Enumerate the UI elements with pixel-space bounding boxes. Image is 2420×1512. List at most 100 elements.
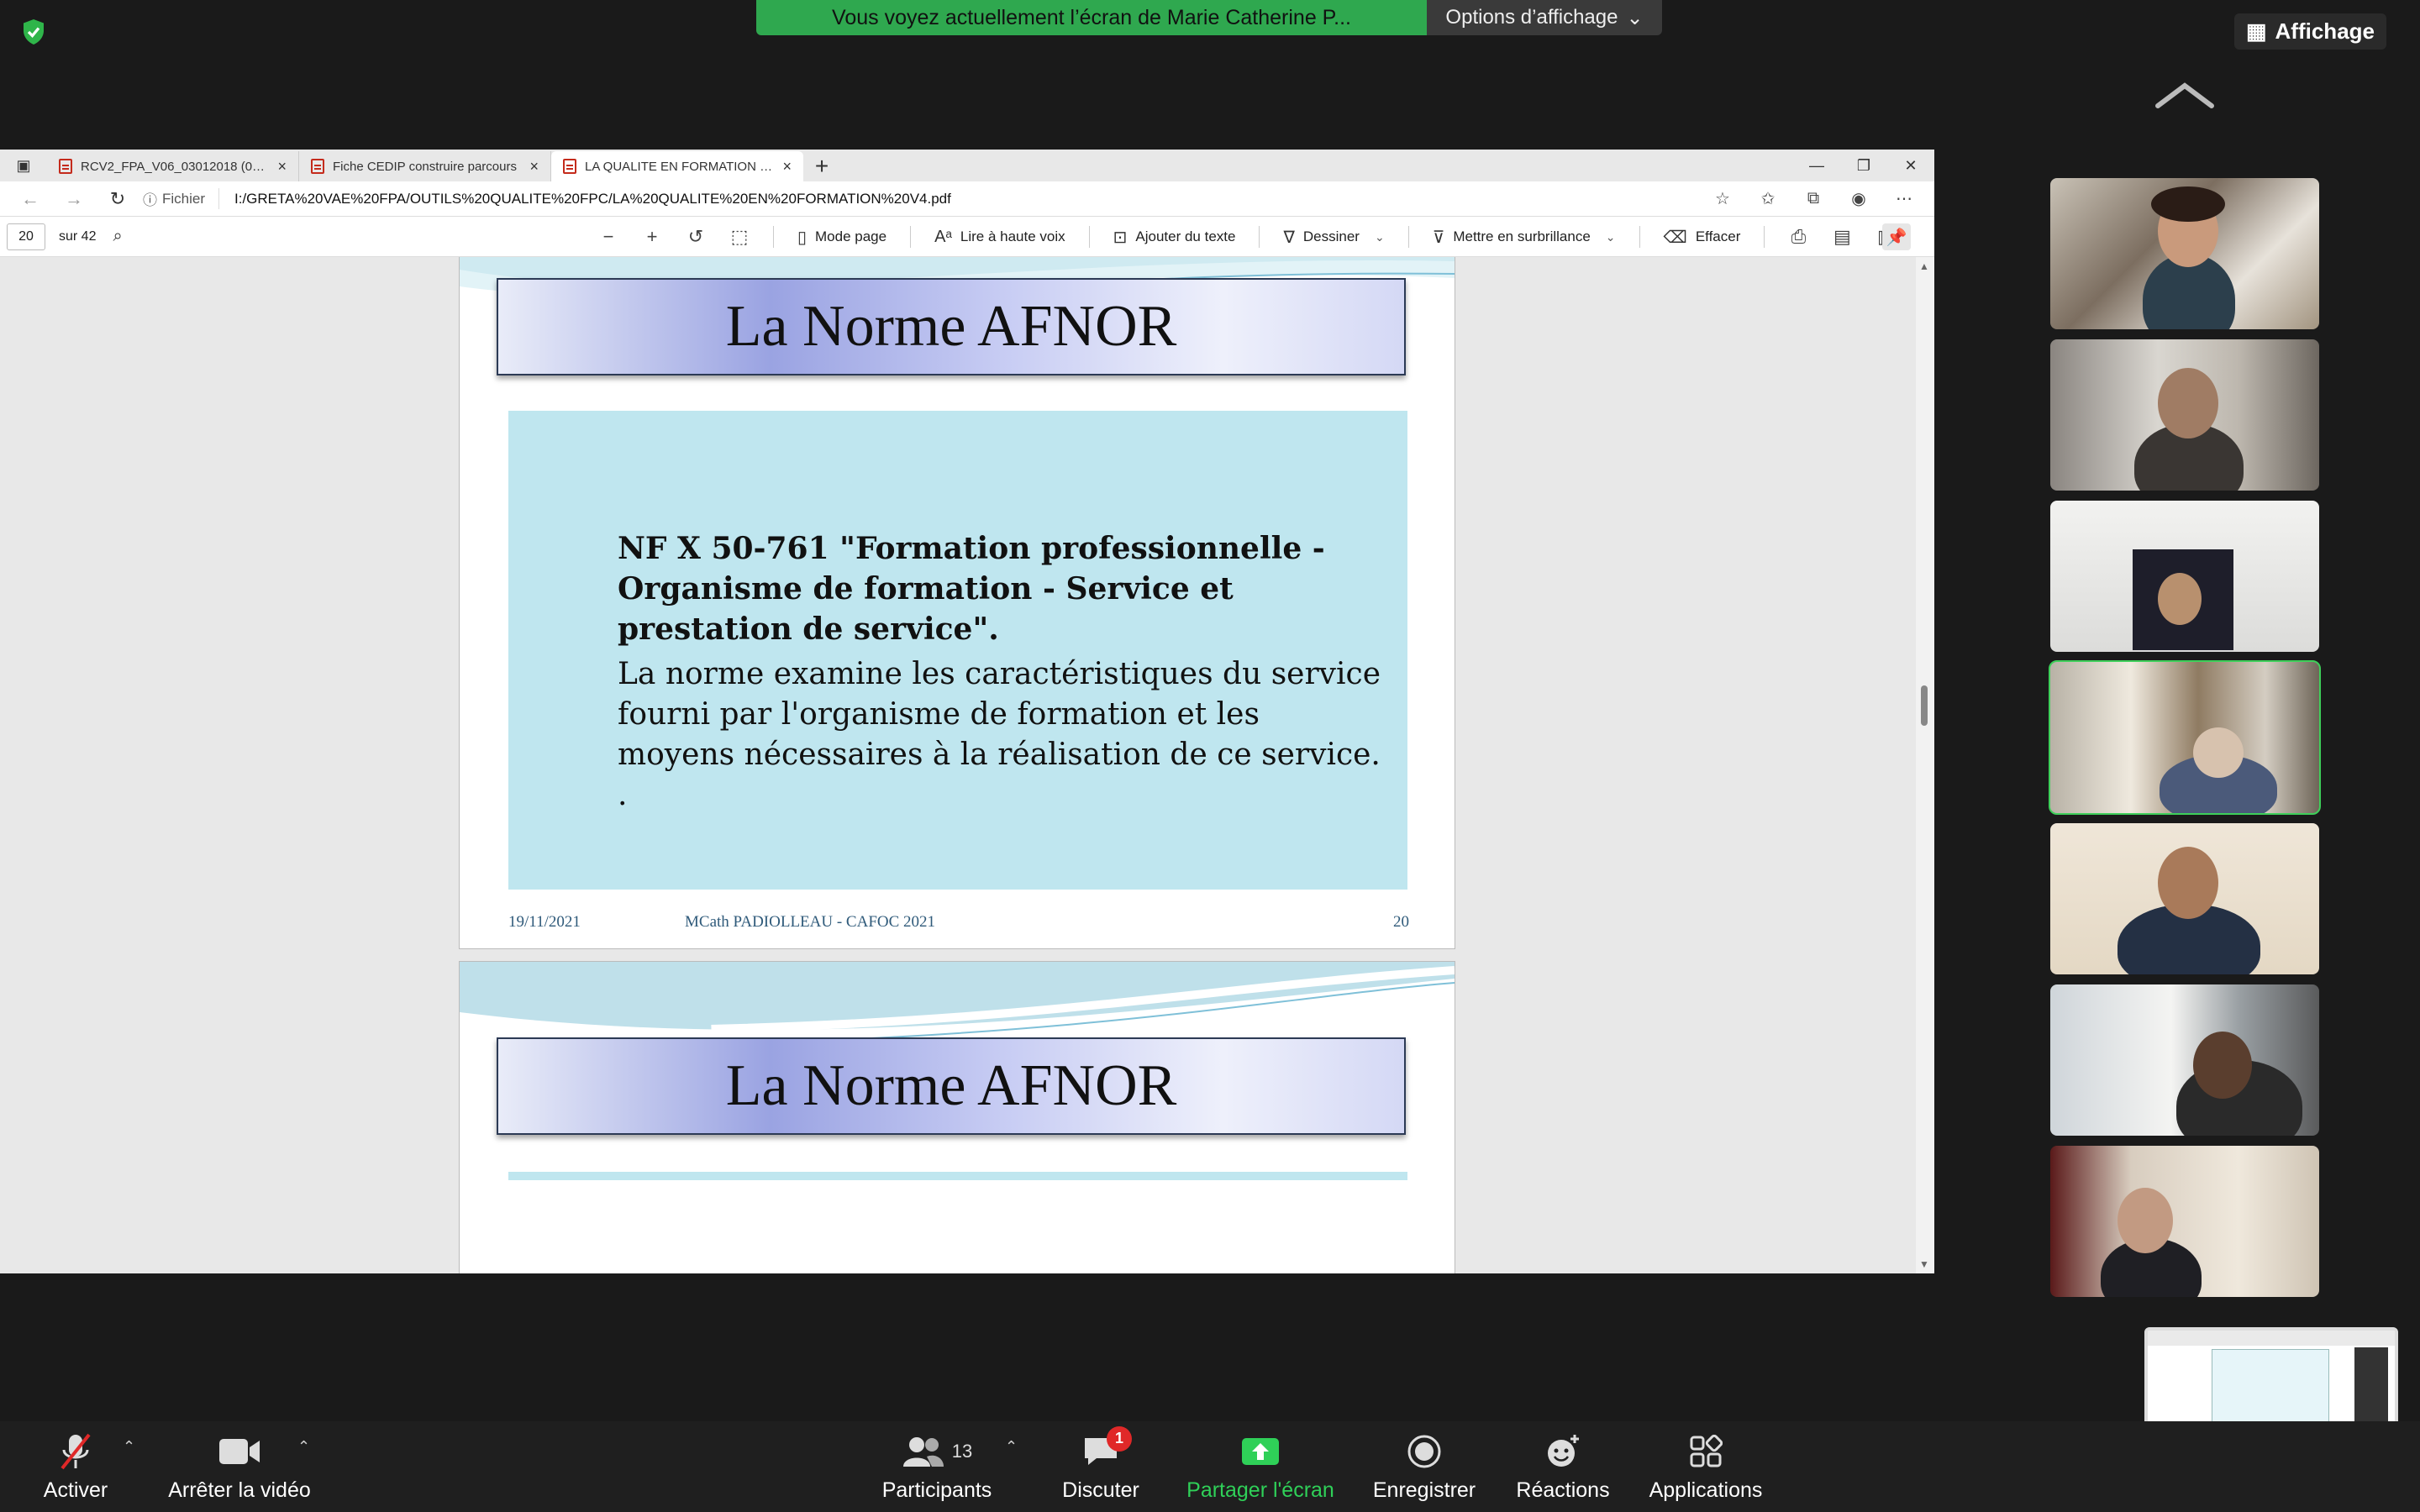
minimize-icon[interactable]: — [1793,150,1840,181]
forward-icon[interactable]: → [55,184,92,214]
share-screen-icon [1242,1437,1279,1465]
pdf-toolbar: 20 sur 42 ⌕ − + ↺ ⬚ ▯ Mode page A͏ᵃ Lire… [0,217,1934,257]
draw-label: Dessiner [1302,228,1360,244]
reactions-button[interactable]: Réactions [1504,1421,1622,1512]
unmute-label: Activer [43,1478,108,1502]
window-controls: — ❐ ✕ [1793,150,1934,181]
scrollbar-thumb[interactable] [1921,685,1928,726]
slide-title-box: La Norme AFNOR [497,1037,1406,1135]
print-icon[interactable]: ⎙ [1788,226,1808,248]
refresh-icon[interactable]: ↻ [99,184,136,214]
slide-title-box: La Norme AFNOR [497,278,1406,375]
participants-options-chevron-icon[interactable]: ⌃ [1005,1438,1018,1456]
read-aloud-button[interactable]: A͏ᵃ Lire à haute voix [934,228,1065,247]
page-number-input[interactable]: 20 [7,223,45,250]
tab-fiche-cedip[interactable]: Fiche CEDIP construire parcours × [299,151,551,181]
video-options-chevron-icon[interactable]: ⌃ [297,1438,310,1456]
record-button[interactable]: Enregistrer [1361,1421,1487,1512]
tab-title: LA QUALITE EN FORMATION V4.pdf [585,159,774,174]
close-icon[interactable]: × [529,158,539,176]
share-screen-label: Partager l'écran [1186,1478,1334,1502]
add-favorite-icon[interactable]: ☆ [1706,185,1739,213]
reactions-label: Réactions [1516,1478,1610,1502]
site-info[interactable]: ⓘ Fichier [143,188,220,209]
chevron-up-icon[interactable] [2154,81,2215,111]
scroll-up-icon[interactable]: ▲ [1919,260,1929,272]
participant-video-tile[interactable] [2050,984,2319,1136]
new-tab-button[interactable]: + [803,151,840,181]
pdf-viewer[interactable]: La Norme AFNOR NF X 50-761 "Formation pr… [0,257,1934,1273]
fit-page-icon[interactable]: ⬚ [729,226,750,248]
participant-video-tile[interactable] [2050,823,2319,974]
save-icon[interactable]: ▤ [1832,226,1852,248]
read-aloud-icon: A͏ᵃ [934,227,952,246]
erase-button[interactable]: ⌫ Effacer [1664,227,1741,248]
view-options-dropdown[interactable]: Options d’affichage ⌄ [1427,0,1662,35]
close-window-icon[interactable]: ✕ [1887,150,1934,181]
back-icon[interactable]: ← [12,184,49,214]
eraser-icon: ⌫ [1663,228,1687,247]
record-label: Enregistrer [1372,1478,1476,1502]
participant-video-tile[interactable] [2050,339,2319,491]
pdf-scrollbar[interactable]: ▲ ▼ [1916,257,1934,1273]
tab-rcv2[interactable]: RCV2_FPA_V06_03012018 (003).pdf × [47,151,299,181]
tab-actions-icon[interactable]: ▣ [0,150,47,181]
stop-video-button[interactable]: Arrêter la vidéo [160,1421,319,1512]
footer-author: MCath PADIOLLEAU - CAFOC 2021 [685,913,936,931]
slide-content-box [508,1172,1407,1180]
separator [1088,226,1090,248]
separator [1407,226,1409,248]
participants-count: 13 [951,1440,973,1462]
highlight-button[interactable]: ⊽ Mettre en surbrillance [1433,227,1591,248]
pdf-icon [563,159,576,174]
profile-avatar-icon[interactable]: ◉ [1842,185,1876,213]
chevron-down-icon[interactable]: ⌄ [1606,230,1616,244]
chevron-down-icon: ⌄ [1626,6,1644,29]
close-icon[interactable]: × [782,158,792,176]
apps-button[interactable]: Applications [1639,1421,1773,1512]
security-shield-icon[interactable] [18,17,49,47]
search-icon[interactable]: ⌕ [113,227,122,246]
zoom-out-icon[interactable]: − [598,226,618,248]
add-text-button[interactable]: ⊡ Ajouter du texte [1113,227,1236,248]
shared-screen-browser: ▣ RCV2_FPA_V06_03012018 (003).pdf × Fich… [0,150,1934,1273]
close-icon[interactable]: × [277,158,287,176]
slide-footer: 19/11/2021 MCath PADIOLLEAU - CAFOC 2021… [508,913,1409,932]
share-screen-button[interactable]: Partager l'écran [1176,1421,1344,1512]
participant-video-tile[interactable] [2050,501,2319,652]
book-icon: ▯ [797,228,808,247]
separator [1764,226,1765,248]
unmute-button[interactable]: Activer [34,1421,118,1512]
participants-button[interactable]: 13 Participants [874,1421,1000,1512]
chat-button[interactable]: 1 Discuter [1050,1421,1151,1512]
video-camera-icon [219,1438,260,1464]
restore-icon[interactable]: ❐ [1840,150,1887,181]
page-mode-button[interactable]: ▯ Mode page [797,227,886,248]
grid-icon: ▦ [2245,18,2267,44]
view-button-label: Affichage [2275,18,2375,44]
favorites-icon[interactable]: ✩ [1751,185,1785,213]
scroll-down-icon[interactable]: ▼ [1919,1258,1929,1270]
pin-toolbar-icon[interactable]: 📌 [1882,223,1911,250]
tab-qualite-formation[interactable]: LA QUALITE EN FORMATION V4.pdf × [551,151,803,181]
participant-video-tile-active-speaker[interactable] [2049,660,2321,815]
more-menu-icon[interactable]: ⋯ [1887,185,1921,213]
smiley-icon [1548,1434,1579,1467]
apps-icon [1690,1434,1723,1467]
tab-title: Fiche CEDIP construire parcours [333,159,517,174]
participant-video-tile[interactable] [2050,178,2319,329]
draw-button[interactable]: ∇ Dessiner [1283,227,1359,248]
audio-options-chevron-icon[interactable]: ⌃ [123,1438,135,1456]
zoom-in-icon[interactable]: + [642,226,662,248]
rotate-icon[interactable]: ↺ [686,226,706,248]
file-label: Fichier [162,190,206,207]
view-button[interactable]: ▦ Affichage [2233,13,2386,50]
apps-label: Applications [1649,1478,1763,1502]
collections-icon[interactable]: ⧉ [1797,185,1830,213]
chat-unread-badge: 1 [1107,1425,1132,1452]
chevron-down-icon[interactable]: ⌄ [1375,230,1385,244]
url-input[interactable]: I:/GRETA%20VAE%20FPA/OUTILS%20QUALITE%20… [226,191,1699,207]
highlighter-icon: ⊽ [1432,228,1445,247]
participants-label: Participants [881,1478,992,1502]
participant-video-tile[interactable] [2050,1146,2319,1297]
